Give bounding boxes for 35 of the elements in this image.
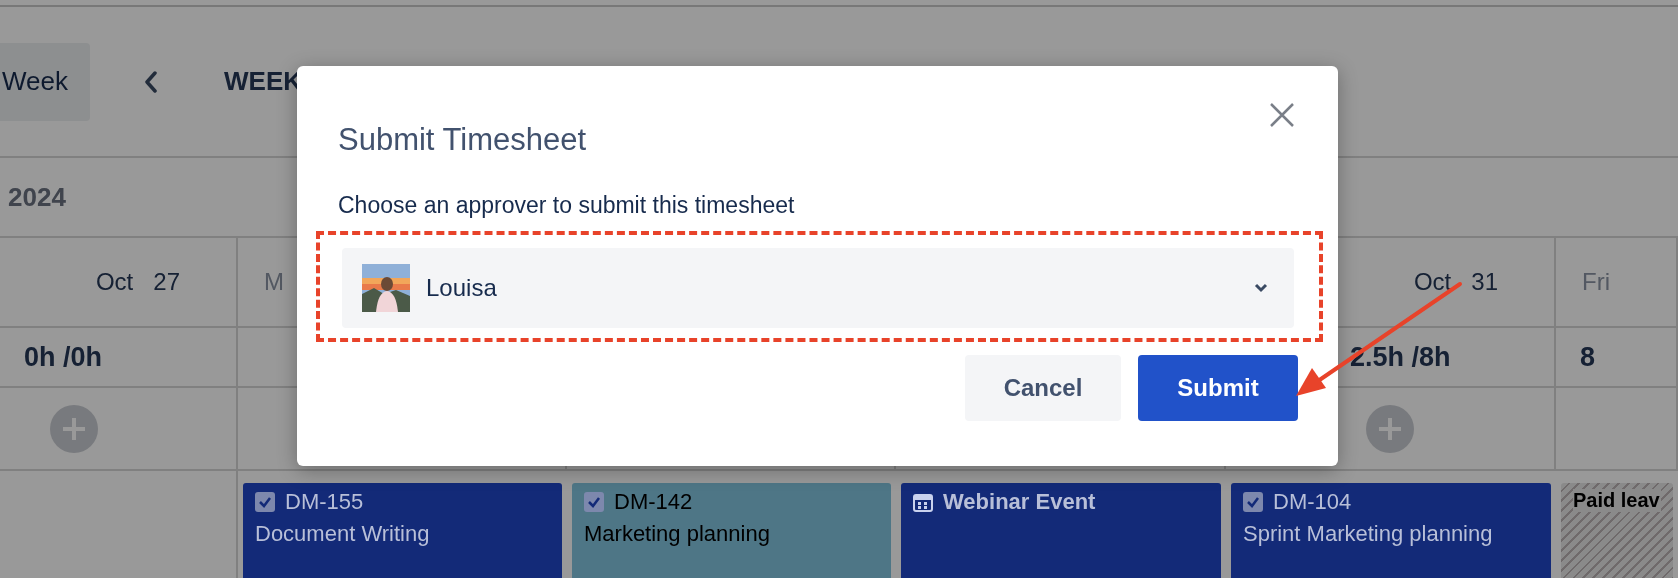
submit-button[interactable]: Submit [1138, 355, 1298, 421]
approver-label: Choose an approver to submit this timesheet [338, 192, 796, 219]
calendar-icon [913, 492, 933, 512]
hours-total: 2.5h /8h [1350, 341, 1451, 373]
calendar-card[interactable]: DM-155 Document Writing [243, 483, 562, 578]
calendar-card[interactable]: DM-104 Sprint Marketing planning [1231, 483, 1551, 578]
checkbox-icon[interactable] [584, 492, 604, 512]
hours-total: 8 [1580, 341, 1596, 373]
calendar-card[interactable]: Paid leav [1561, 483, 1673, 578]
week-label: WEEK [224, 66, 302, 97]
card-title: Document Writing [255, 521, 431, 547]
checkbox-icon[interactable] [255, 492, 275, 512]
approver-select[interactable]: Louisa [342, 248, 1294, 328]
week-view-button[interactable]: Week [0, 42, 90, 121]
checkbox-icon[interactable] [1243, 492, 1263, 512]
hours-total: 0h /0h [24, 341, 103, 373]
cancel-button[interactable]: Cancel [965, 355, 1121, 421]
card-title: Marketing planning [584, 521, 771, 547]
calendar-card[interactable]: DM-142 Marketing planning [572, 483, 891, 578]
issue-key: DM-142 [614, 489, 693, 515]
calendar-card[interactable]: Webinar Event [901, 483, 1221, 578]
chevron-left-icon[interactable] [144, 70, 158, 93]
weekday-label: M [264, 268, 284, 296]
dialog-title: Submit Timesheet [338, 122, 587, 158]
card-title: Sprint Marketing planning [1243, 521, 1494, 547]
issue-key: DM-104 [1273, 489, 1352, 515]
date-label: Oct 31 [1413, 268, 1498, 296]
leave-title: Paid leav [1573, 489, 1661, 512]
close-icon[interactable] [1269, 102, 1295, 128]
weekday-label: Fri [1582, 268, 1610, 296]
year-label: 2024 [8, 181, 66, 213]
caret-down-icon [1254, 283, 1268, 293]
issue-key: DM-155 [285, 489, 364, 515]
date-label: Oct 27 [95, 268, 180, 296]
event-title: Webinar Event [943, 489, 1096, 515]
